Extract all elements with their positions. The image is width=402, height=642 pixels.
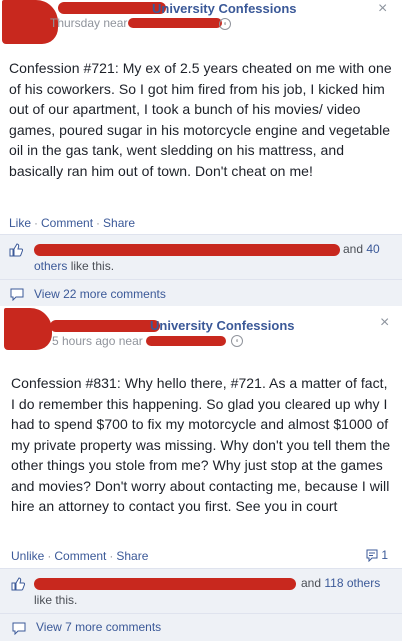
likes-count-link[interactable]: 118 others (324, 576, 380, 590)
likes-others-link[interactable]: others (347, 576, 380, 590)
globe-icon: ◦ (219, 18, 231, 30)
likes-count-line1: and 118 others (301, 575, 380, 592)
likes-and: and (301, 576, 322, 590)
share-link[interactable]: Share (116, 549, 148, 563)
likes-suffix: like this. (34, 593, 78, 607)
close-icon[interactable]: × (378, 0, 387, 18)
post-timestamp[interactable]: Thursday near (50, 16, 127, 30)
comment-link[interactable]: Comment (54, 549, 106, 563)
feedback-box: and 118 others like this. View 7 more co… (0, 568, 402, 641)
confession-text: Confession #831: Why hello there, #721. … (11, 375, 391, 514)
page-name-redaction (58, 2, 166, 14)
thumbs-up-icon (11, 577, 25, 591)
likes-count-line2: others like this. (34, 258, 114, 275)
view-comments-row[interactable]: View 22 more comments (0, 279, 402, 308)
likes-count[interactable]: 118 (324, 576, 343, 590)
close-icon[interactable]: × (380, 314, 389, 332)
likers-redaction (34, 578, 296, 590)
post-actions: Like · Comment · Share (9, 216, 136, 230)
view-comments-row[interactable]: View 7 more comments (0, 613, 402, 642)
comment-bubble-icon (10, 288, 24, 301)
avatar-redacted (4, 308, 52, 350)
feedback-box: and 40 others like this. View 22 more co… (0, 234, 402, 307)
share-link[interactable]: Share (103, 216, 135, 230)
likes-count[interactable]: 40 (366, 242, 379, 256)
page-name[interactable]: University Confessions (152, 1, 297, 16)
share-count-value[interactable]: 1 (381, 548, 388, 562)
comment-link[interactable]: Comment (41, 216, 93, 230)
like-link[interactable]: Like (9, 216, 31, 230)
thumbs-up-icon (9, 243, 23, 257)
likes-and: and (343, 242, 364, 256)
page-name[interactable]: University Confessions (150, 318, 295, 333)
shares-count[interactable]: 1 (366, 548, 388, 563)
post-2: University Confessions 5 hours ago near … (0, 306, 402, 641)
likes-others-link[interactable]: others (34, 259, 67, 273)
globe-icon: ◦ (231, 335, 243, 347)
post-1: University Confessions Thursday near ◦ ×… (0, 0, 402, 307)
location-redaction (146, 336, 226, 346)
comment-bubble-icon (12, 622, 26, 635)
confession-text: Confession #721: My ex of 2.5 years chea… (9, 60, 392, 179)
timestamp-text[interactable]: Thursday near (50, 16, 127, 30)
timestamp-text[interactable]: 5 hours ago near (52, 334, 143, 348)
likes-suffix: like this. (70, 259, 115, 273)
location-redaction (128, 18, 222, 28)
view-more-comments-link[interactable]: View 7 more comments (36, 620, 161, 634)
post-timestamp[interactable]: 5 hours ago near (52, 334, 143, 348)
view-more-comments-link[interactable]: View 22 more comments (34, 287, 166, 301)
likers-redaction (34, 244, 340, 256)
likes-count-line2: like this. (34, 592, 77, 609)
share-icon (366, 549, 378, 563)
unlike-link[interactable]: Unlike (11, 549, 44, 563)
likes-count-line1: and 40 (343, 241, 380, 258)
post-actions: Unlike · Comment · Share (11, 549, 149, 563)
page-name-redaction (50, 320, 160, 332)
